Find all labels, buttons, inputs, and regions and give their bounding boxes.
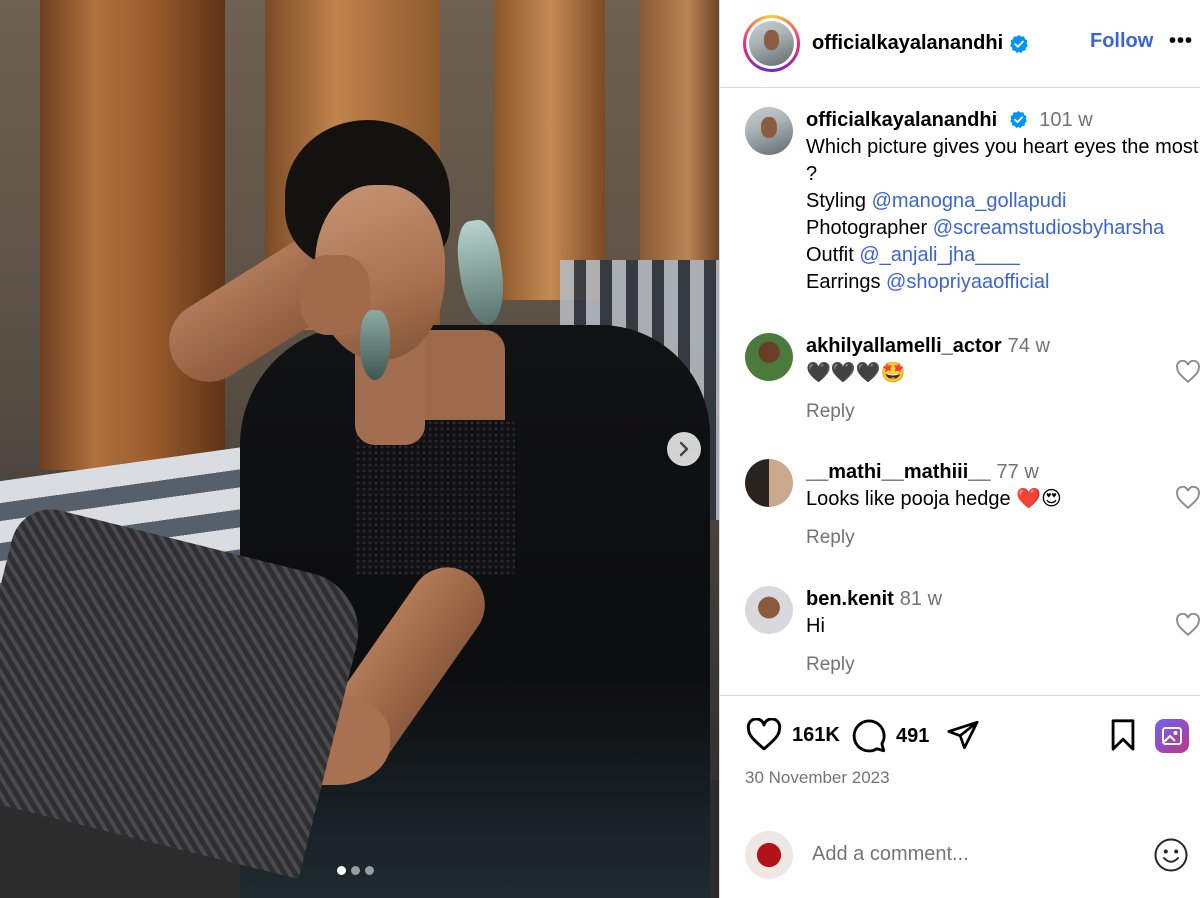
comment-username[interactable]: ben.kenit bbox=[806, 588, 894, 610]
comment-text: Hi bbox=[806, 615, 825, 637]
comment-username[interactable]: __mathi__mathiii__ bbox=[806, 461, 991, 483]
comments-list[interactable]: officialkayalanandhi 101 w Which picture… bbox=[720, 89, 1200, 695]
credit-line: Outfit @_anjali_jha____ bbox=[806, 244, 1020, 266]
emoji-icon[interactable] bbox=[1153, 837, 1189, 878]
credit-line: Earrings @shopriyaaofficial bbox=[806, 271, 1050, 293]
avatar[interactable] bbox=[745, 459, 793, 507]
avatar[interactable] bbox=[745, 586, 793, 634]
comment-like-heart-icon[interactable] bbox=[1175, 485, 1200, 515]
share-button[interactable] bbox=[945, 718, 981, 752]
comment-time[interactable]: 74 w bbox=[1008, 335, 1050, 357]
comment-like-heart-icon[interactable] bbox=[1175, 359, 1200, 389]
avatar[interactable] bbox=[745, 333, 793, 381]
comment-count[interactable]: 491 bbox=[896, 725, 929, 748]
caption-text: Which picture gives you heart eyes the m… bbox=[806, 136, 1199, 185]
earring-right bbox=[452, 217, 510, 328]
reply-button[interactable]: Reply bbox=[806, 651, 855, 678]
post-photo[interactable] bbox=[0, 0, 719, 898]
more-icon[interactable]: ••• bbox=[1169, 30, 1193, 53]
username-text[interactable]: officialkayalanandhi bbox=[812, 32, 1003, 55]
post-side-panel: officialkayalanandhi Follow ••• official… bbox=[719, 0, 1200, 898]
image-icon bbox=[1155, 719, 1189, 753]
reply-button[interactable]: Reply bbox=[806, 398, 855, 425]
profile-story-ring[interactable] bbox=[743, 15, 800, 72]
avatar bbox=[749, 21, 794, 66]
avatar bbox=[745, 831, 793, 879]
post-actions: 161K 491 30 November 2023 bbox=[720, 695, 1200, 805]
earring-left bbox=[360, 310, 390, 380]
carousel-dot bbox=[365, 866, 374, 875]
raised-hand bbox=[300, 255, 370, 335]
follow-button[interactable]: Follow bbox=[1090, 30, 1153, 53]
mention-link[interactable]: @manogna_gollapudi bbox=[872, 190, 1067, 212]
media-button[interactable] bbox=[1154, 718, 1190, 754]
carousel-dot bbox=[351, 866, 360, 875]
carousel-dot bbox=[337, 866, 346, 875]
carousel-indicator bbox=[337, 866, 374, 875]
comment-button[interactable]: 491 bbox=[851, 718, 929, 754]
comment-input[interactable] bbox=[812, 843, 1132, 866]
save-button[interactable] bbox=[1108, 718, 1138, 752]
like-button[interactable]: 161K bbox=[745, 718, 840, 752]
comment-time[interactable]: 77 w bbox=[997, 461, 1039, 483]
header-username[interactable]: officialkayalanandhi bbox=[812, 32, 1029, 55]
add-comment-bar bbox=[720, 805, 1200, 898]
mention-link[interactable]: @shopriyaaofficial bbox=[886, 271, 1049, 293]
caption-username[interactable]: officialkayalanandhi bbox=[806, 109, 997, 131]
credit-line: Styling @manogna_gollapudi bbox=[806, 190, 1067, 212]
comment-like-heart-icon[interactable] bbox=[1175, 612, 1200, 642]
avatar[interactable] bbox=[745, 107, 793, 155]
like-count[interactable]: 161K bbox=[792, 724, 840, 747]
post-date[interactable]: 30 November 2023 bbox=[745, 768, 890, 788]
credit-line: Photographer @screamstudiosbyharsha bbox=[806, 217, 1165, 239]
verified-icon bbox=[1009, 34, 1029, 54]
verified-icon bbox=[1009, 110, 1028, 129]
mention-link[interactable]: @_anjali_jha____ bbox=[859, 244, 1019, 266]
heart-icon bbox=[746, 718, 782, 751]
comment-text: 🖤🖤🖤🤩 bbox=[806, 362, 906, 384]
reply-button[interactable]: Reply bbox=[806, 524, 855, 551]
next-slide-button[interactable] bbox=[667, 432, 701, 466]
post-header: officialkayalanandhi Follow ••• bbox=[720, 0, 1200, 88]
chevron-right-icon bbox=[679, 441, 689, 457]
comment-icon bbox=[852, 719, 886, 753]
comment-username[interactable]: akhilyallamelli_actor bbox=[806, 335, 1002, 357]
bookmark-icon bbox=[1111, 719, 1135, 751]
share-icon bbox=[947, 720, 979, 750]
comment-text: Looks like pooja hedge ❤️😍 bbox=[806, 488, 1062, 510]
comment-time[interactable]: 81 w bbox=[900, 588, 942, 610]
caption-time[interactable]: 101 w bbox=[1039, 109, 1092, 131]
mention-link[interactable]: @screamstudiosbyharsha bbox=[933, 217, 1165, 239]
